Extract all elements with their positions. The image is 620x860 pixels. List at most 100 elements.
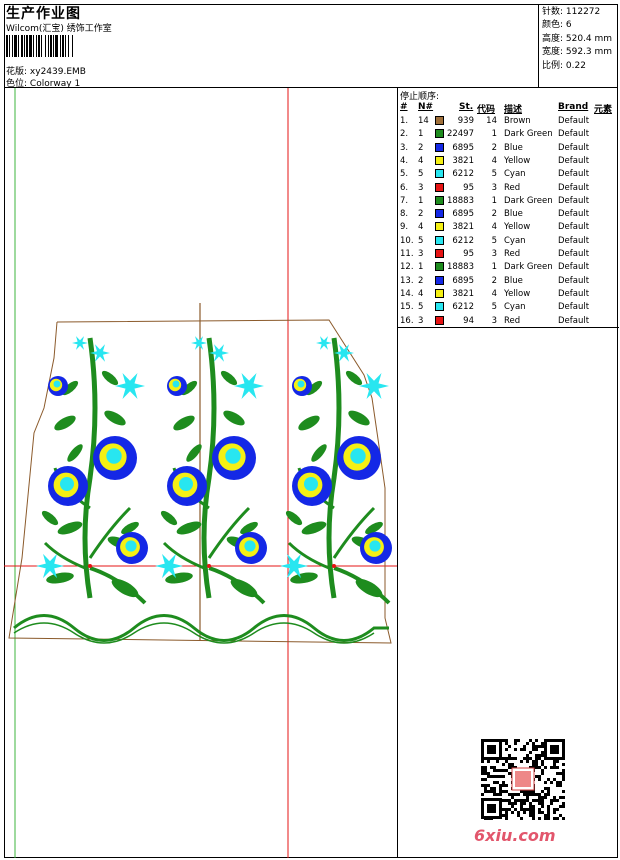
leaf [67,444,83,462]
row-stitches: 6212 [452,169,474,180]
row-index: 3. [400,142,409,153]
color-swatch [435,288,444,298]
row-brand: Default [558,209,590,220]
row-code: 14 [486,116,497,126]
row-stitches: 6212 [452,302,474,313]
row-code: 3 [491,249,497,259]
sequence-row: 11. 3 95 3 Red Default [398,248,619,261]
design-width: 宽度: 592.3 mm [542,47,613,58]
row-index: 2. [400,129,409,140]
row-code: 3 [491,182,497,193]
sequence-row: 2. 1 22497 1 Dark Green Default [398,128,619,141]
leaf [301,521,327,535]
row-description: Yellow [504,155,531,166]
color-swatch [435,129,444,139]
leaf [101,370,119,386]
row-code: 5 [491,169,497,180]
row-brand: Default [558,315,590,326]
col-st: St. [459,102,474,112]
color-swatch [435,302,444,312]
row-code: 3 [491,315,497,326]
leaf [54,415,76,431]
row-needle: 3 [418,182,424,193]
row-brand: Default [558,249,590,259]
row-description: Cyan [504,302,526,313]
row-index: 11. [400,249,414,259]
row-brand: Default [558,288,590,299]
row-needle: 3 [418,315,424,326]
row-code: 5 [491,302,497,313]
row-code: 1 [491,129,497,140]
color-swatch [435,275,444,285]
color-swatch [435,182,444,192]
stem [82,337,98,599]
color-swatch [435,142,444,152]
row-code: 4 [491,222,497,233]
sequence-row: 4. 4 3821 4 Yellow Default [398,155,619,168]
row-description: Cyan [504,169,526,180]
row-description: Blue [504,275,523,286]
sequence-row: 16. 3 94 3 Red Default [398,315,619,328]
col-code: 代码 [477,105,496,115]
row-needle: 1 [418,129,424,140]
flower-center [125,540,137,552]
color-swatch [435,249,444,258]
row-index: 14. [400,288,414,299]
sequence-title: 停止顺序: [400,92,440,102]
row-brand: Default [558,275,590,286]
sequence-row: 14. 4 3821 4 Yellow Default [398,288,619,301]
page-title: 生产作业图 [6,6,81,22]
sequence-row: 15. 5 6212 5 Cyan Default [398,301,619,314]
sequence-row: 12. 1 18883 1 Dark Green Default [398,261,619,274]
row-needle: 3 [418,249,424,259]
row-index: 4. [400,155,409,166]
flower-center [106,448,122,464]
row-stitches: 18883 [446,195,474,206]
leaf [311,444,327,462]
row-index: 8. [400,209,409,220]
flower-center [53,380,61,388]
leaf [41,510,59,526]
col-desc: 描述 [504,105,523,115]
row-index: 1. [400,116,409,126]
row-brand: Default [558,195,590,206]
row-code: 1 [491,195,497,206]
color-swatch [435,116,444,125]
row-needle: 2 [418,275,424,286]
flower-center [244,540,256,552]
row-description: Yellow [504,288,531,299]
row-code: 4 [491,155,497,166]
star-flower [316,336,332,350]
design-height: 高度: 520.4 mm [542,33,613,44]
row-needle: 5 [418,302,424,313]
row-stitches: 6895 [452,275,474,286]
stem [326,337,342,599]
design-canvas [4,88,397,858]
sequence-row: 3. 2 6895 2 Blue Default [398,142,619,155]
leaf [285,510,303,526]
leaf [173,415,195,431]
row-description: Blue [504,142,523,153]
row-description: Brown [504,116,531,126]
row-description: Red [504,249,521,259]
stem [201,337,217,599]
row-index: 13. [400,275,414,286]
center-dot [88,564,92,568]
star-flower [115,373,145,399]
row-description: Dark Green [504,129,553,140]
row-needle: 2 [418,142,424,153]
color-swatch [435,222,444,232]
row-stitches: 22497 [446,129,474,140]
row-brand: Default [558,235,590,246]
leaf [298,415,320,431]
design-scale: 比例: 0.22 [542,60,586,71]
leaf [186,444,202,462]
flower-center [179,477,193,491]
flower-center [60,477,74,491]
leaf [57,521,83,535]
row-stitches: 3821 [452,288,474,299]
row-stitches: 3821 [452,155,474,166]
row-stitches: 95 [463,182,474,193]
sequence-row: 1. 14 939 14 Brown Default [398,115,619,128]
row-brand: Default [558,182,590,193]
